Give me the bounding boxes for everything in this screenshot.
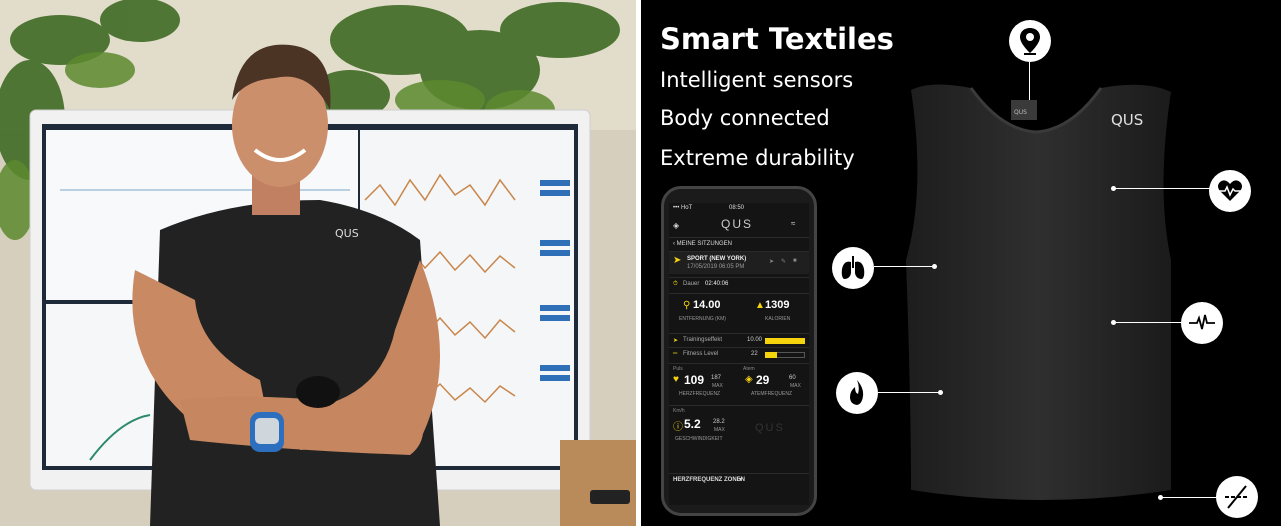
chat-icon[interactable]: ◈ xyxy=(673,221,679,230)
shirt-logo: QUS xyxy=(1111,111,1143,129)
lungs-small-icon: ◈ xyxy=(745,374,753,385)
speedometer-icon: ⓘ xyxy=(673,422,683,433)
speed-max: 28.2 xyxy=(713,419,725,425)
back-label: MEINE SITZUNGEN xyxy=(676,241,733,247)
panel-title: Smart Textiles xyxy=(660,22,894,56)
no-wash-icon xyxy=(1216,476,1258,518)
training-row: ➤ Trainingseffekt 10.00 xyxy=(669,333,809,348)
hr-resp-row: Puls ♥ 109 187 MAX HERZFREQUENZ Atem ◈ 2… xyxy=(669,363,809,402)
photo-illustration: QUS xyxy=(0,0,636,526)
atem-label: Atem xyxy=(743,366,755,372)
hr-max-label: MAX xyxy=(712,383,723,389)
back-nav[interactable]: ‹ MEINE SITZUNGEN xyxy=(669,237,809,250)
pin-connector-line xyxy=(1029,62,1030,100)
training-label: Trainingseffekt xyxy=(683,337,723,343)
delete-icon[interactable]: ■ xyxy=(793,258,797,264)
distance-label: ENTFERNUNG (KM) xyxy=(679,316,726,322)
puls-label: Puls xyxy=(673,366,683,372)
heart-icon: ♥ xyxy=(673,374,679,385)
duration-row: ⏱ Dauer 02:40:06 xyxy=(669,277,809,292)
hr-label: HERZFREQUENZ xyxy=(679,391,721,397)
speed-row: Km/h ⓘ 5.2 28.2 MAX GESCHWINDIGKEIT QUS xyxy=(669,405,809,458)
duration-label: Dauer xyxy=(683,281,700,287)
resp-label: ATEMFREQUENZ xyxy=(751,391,793,397)
speed-label: GESCHWINDIGKEIT xyxy=(675,436,723,442)
fitness-value: 22 xyxy=(751,351,758,357)
lungs-connector-dot xyxy=(932,264,937,269)
smart-textiles-panel: Smart Textiles Intelligent sensors Body … xyxy=(641,0,1281,526)
fitness-bar xyxy=(765,352,777,358)
watermark-logo: QUS xyxy=(755,422,785,434)
lungs-connector-line xyxy=(874,266,934,267)
calories-flame-icon: ▲ xyxy=(755,300,765,311)
feature-extreme-durability: Extreme durability xyxy=(660,146,855,170)
fitness-row: ═ Fitness Level 22 xyxy=(669,347,809,362)
lungs-icon xyxy=(832,247,874,289)
back-chevron-icon[interactable]: ‹ xyxy=(673,241,675,247)
chevron-down-icon[interactable]: ▾ xyxy=(739,476,742,483)
fitness-label: Fitness Level xyxy=(683,351,719,357)
pulse-connector-dot xyxy=(1111,320,1116,325)
resp-max-label: MAX xyxy=(790,383,801,389)
flame-connector-line xyxy=(878,392,940,393)
edit-icon[interactable]: ✎ xyxy=(781,258,786,265)
share-icon[interactable]: ➤ xyxy=(769,258,774,265)
flame-icon xyxy=(836,372,878,414)
session-date: 17/05/2019 06:05 PM xyxy=(687,264,745,270)
timer-icon: ⏱ xyxy=(673,281,678,287)
duration-value: 02:40:06 xyxy=(705,281,729,287)
hr-zones-dropdown[interactable]: HERZFREQUENZ ZONEN ▾ xyxy=(669,473,809,488)
heart-connector-line xyxy=(1113,188,1213,189)
heart-rate-icon xyxy=(1209,170,1251,212)
svg-text:QUS: QUS xyxy=(1014,109,1027,116)
app-logo: QUS xyxy=(721,217,754,231)
resp-value: 29 xyxy=(756,373,770,387)
speed-max-label: MAX xyxy=(714,427,725,433)
heart-connector-dot xyxy=(1111,186,1116,191)
session-header: ➤ SPORT (NEW YORK) 17/05/2019 06:05 PM ➤… xyxy=(669,251,809,274)
status-time: 08:50 xyxy=(729,205,745,211)
hr-max: 187 xyxy=(711,375,722,381)
training-value: 10.00 xyxy=(747,337,763,343)
distance-pin-icon: ⚲ xyxy=(683,300,691,311)
runner-icon: ➤ xyxy=(673,255,682,266)
location-pin-icon xyxy=(1009,20,1051,62)
speed-value: 5.2 xyxy=(684,417,701,431)
svg-text:QUS: QUS xyxy=(335,227,359,240)
durability-connector-line xyxy=(1160,497,1218,498)
pulse-connector-line xyxy=(1113,322,1183,323)
flame-connector-dot xyxy=(938,390,943,395)
training-bar xyxy=(765,338,805,344)
smart-shirt-image: QUS QUS xyxy=(906,84,1171,500)
resp-max: 60 xyxy=(789,375,796,381)
dumbbell-icon: ═ xyxy=(673,351,678,357)
hr-value: 109 xyxy=(684,373,705,387)
signal-icon[interactable]: ≈ xyxy=(791,219,795,228)
phone-mockup: ••• HoT 08:50 ◈ QUS ≈ ‹ MEINE SITZUNGEN … xyxy=(661,186,817,516)
app-screen: ••• HoT 08:50 ◈ QUS ≈ ‹ MEINE SITZUNGEN … xyxy=(669,203,809,505)
training-icon: ➤ xyxy=(673,338,679,344)
pulse-icon xyxy=(1181,302,1223,344)
photo-man-with-smart-shirt: QUS xyxy=(0,0,636,526)
calories-value: 1309 xyxy=(765,299,790,311)
feature-body-connected: Body connected xyxy=(660,106,830,130)
feature-intelligent-sensors: Intelligent sensors xyxy=(660,68,854,92)
distance-value: 14.00 xyxy=(693,299,721,311)
km-label: Km/h xyxy=(673,408,685,414)
status-carrier: ••• HoT xyxy=(673,205,693,211)
hr-zones-label: HERZFREQUENZ ZONEN xyxy=(673,477,745,483)
distance-calories-row: ⚲ 14.00 ENTFERNUNG (KM) ▲ 1309 KALORIEN xyxy=(669,293,809,330)
calories-label: KALORIEN xyxy=(765,316,791,322)
durability-connector-dot xyxy=(1158,495,1163,500)
session-title: SPORT (NEW YORK) xyxy=(687,256,747,262)
